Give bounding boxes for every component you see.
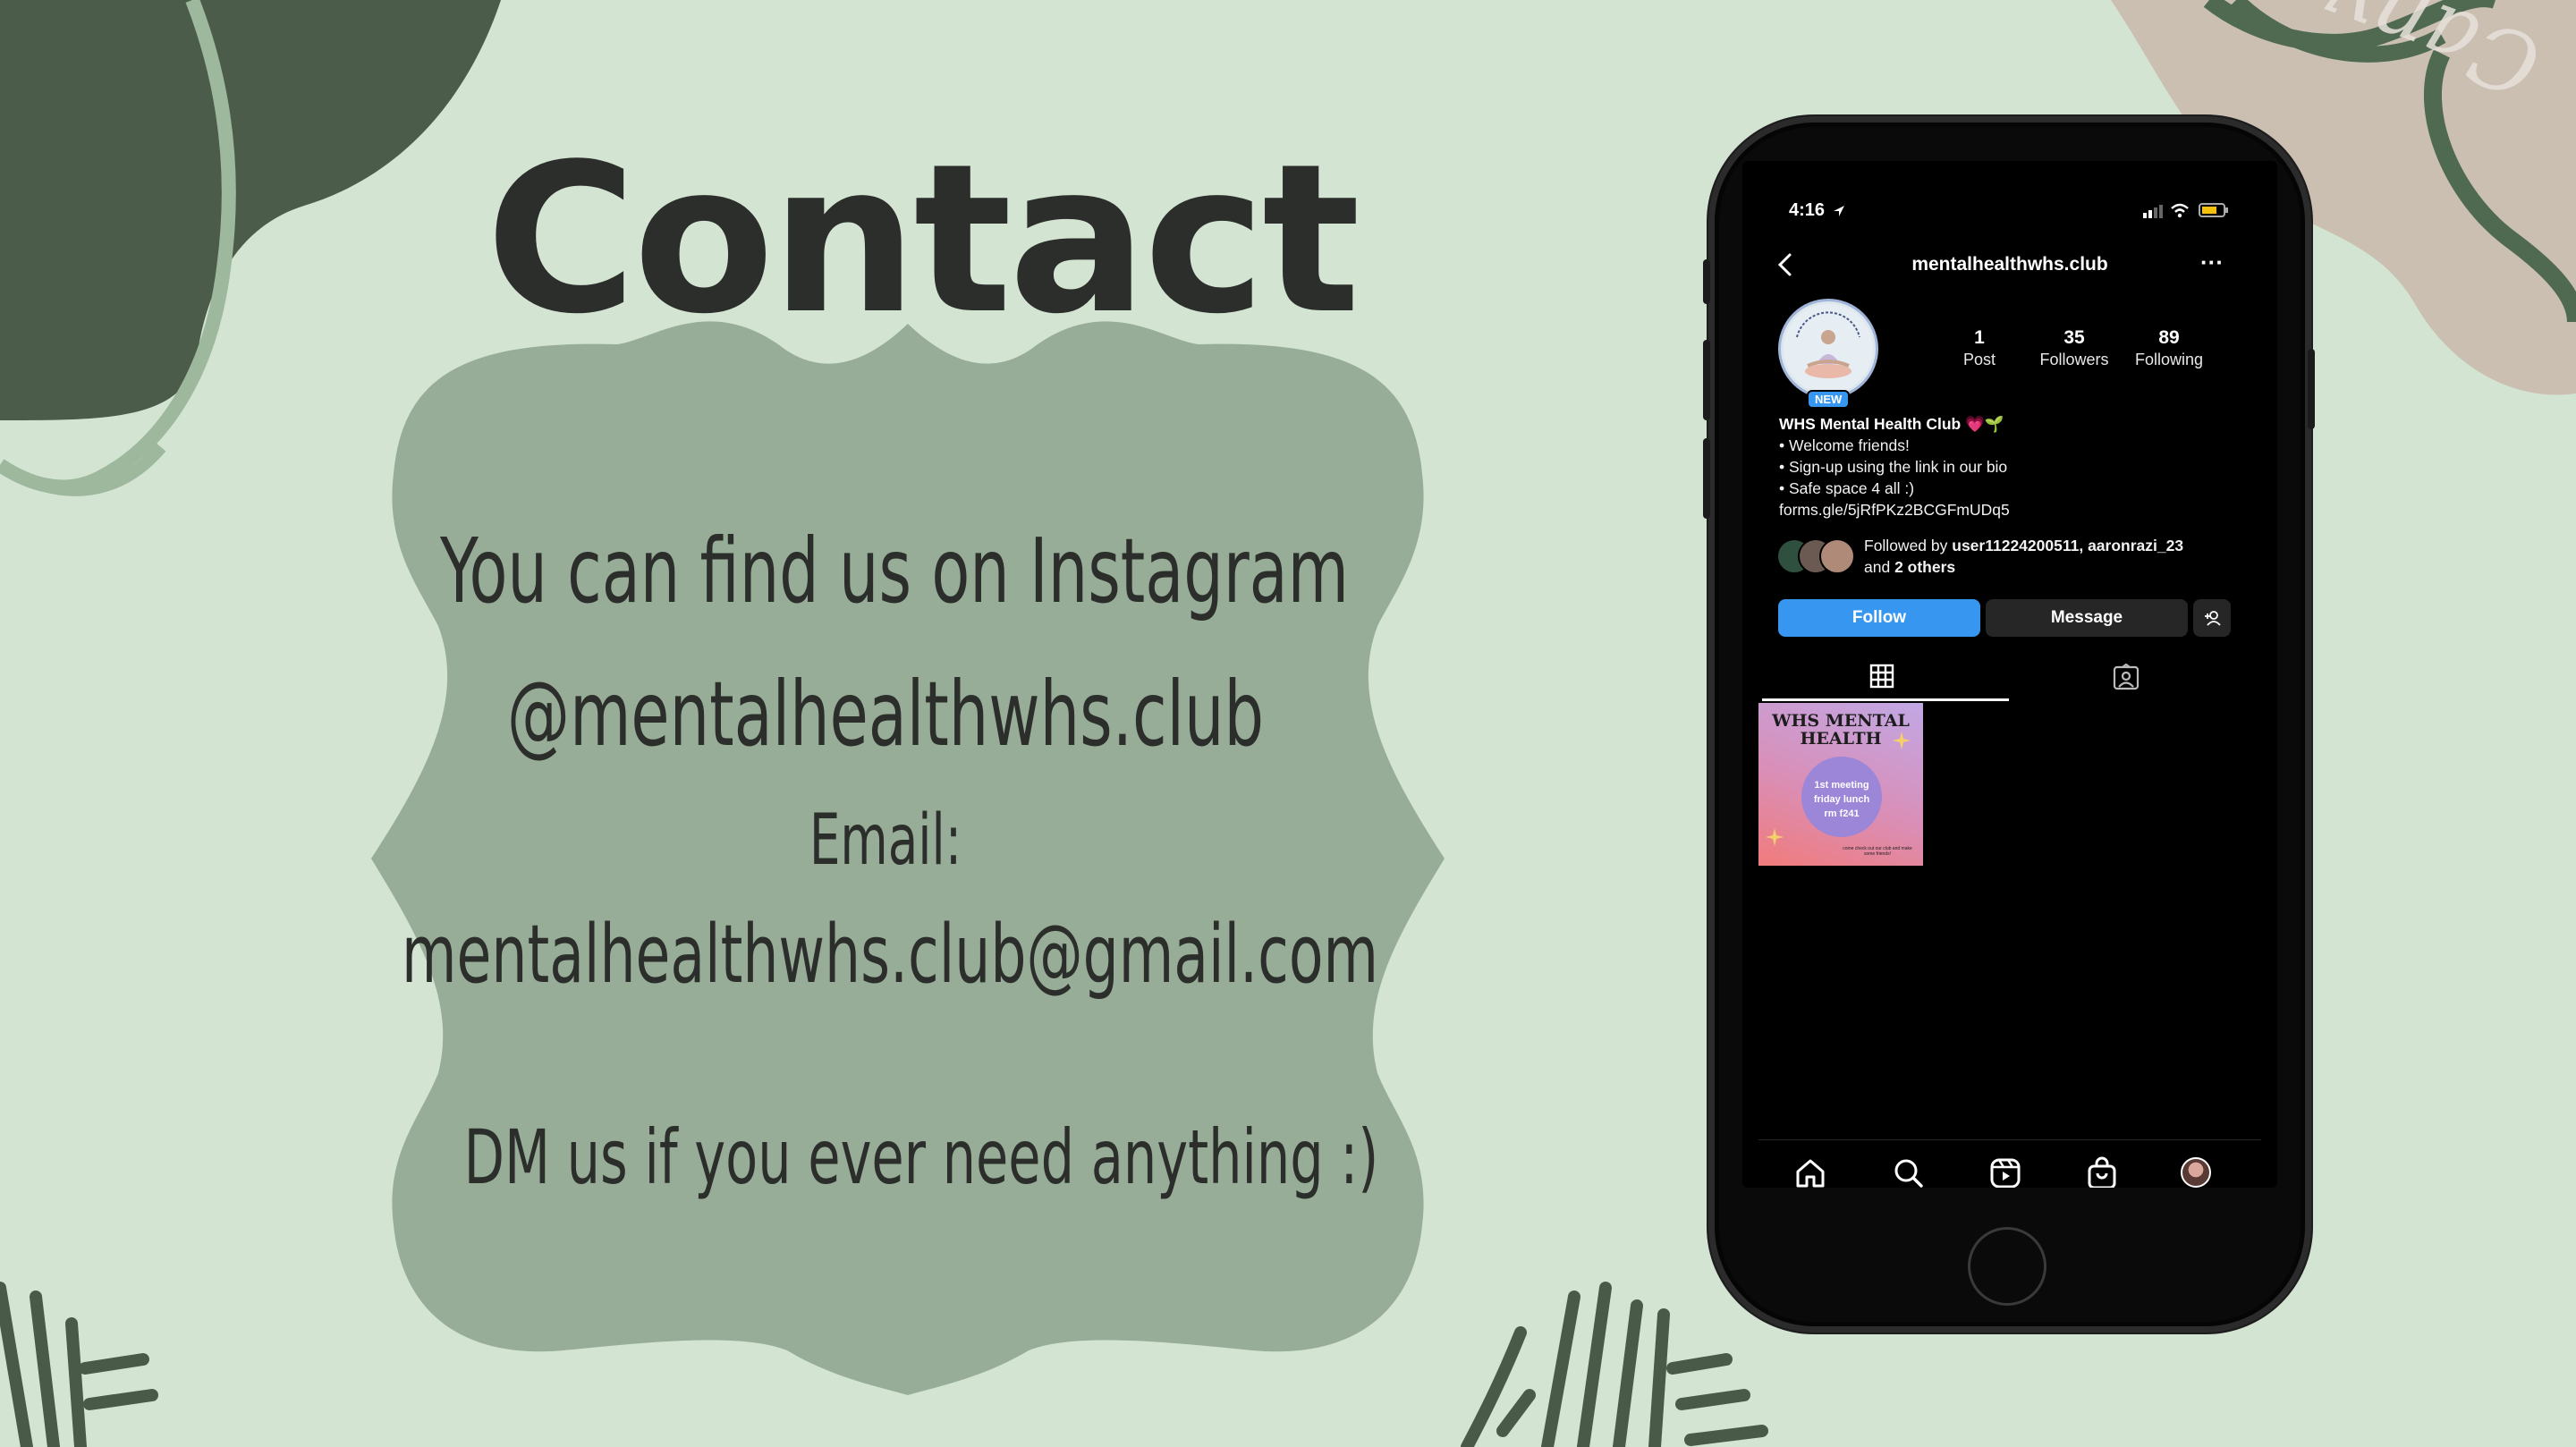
followed-by-prefix: Followed by (1864, 537, 1953, 554)
post-thumbnail[interactable]: WHS MENTAL HEALTH 1st meeting friday lun… (1758, 703, 1923, 866)
sparkle-icon (1766, 828, 1784, 846)
following-count[interactable]: 89 (2120, 327, 2218, 349)
grid-icon[interactable] (1869, 664, 1894, 689)
avatar[interactable] (1778, 299, 1878, 399)
profile-username: mentalhealthwhs.club (1911, 254, 2108, 275)
followed-by-others[interactable]: 2 others (1894, 558, 1955, 576)
profile-icon[interactable] (2181, 1157, 2211, 1188)
message-button[interactable]: Message (1986, 599, 2188, 637)
add-person-icon (2205, 611, 2221, 626)
followers-count[interactable]: 35 (2025, 327, 2123, 349)
status-time: 4:16 (1789, 200, 1826, 220)
sparkle-icon (1893, 732, 1911, 749)
new-badge: NEW (1807, 390, 1851, 409)
followed-by-users[interactable]: user11224200511, aaronrazi_23 (1952, 537, 2183, 554)
avatar-meditation-icon (1784, 304, 1873, 393)
battery-icon (2199, 203, 2228, 217)
phone-power-button (2308, 349, 2315, 429)
post-circle-line-2: friday lunch (1813, 794, 1870, 805)
suggest-user-button[interactable] (2193, 599, 2231, 637)
phone-volume-up (1703, 340, 1710, 420)
phone-volume-down (1703, 438, 1710, 519)
bio-line-2: • Sign-up using the link in our bio (1779, 458, 2008, 476)
more-icon[interactable]: ··· (2200, 249, 2224, 276)
bio-link[interactable]: forms.gle/5jRfPKz2BCGFmUDq5 (1779, 501, 2010, 520)
follower-avatars (1776, 538, 1866, 574)
dm-line: DM us if you ever need anything :) (463, 1113, 1379, 1201)
home-icon[interactable] (1792, 1155, 1828, 1188)
instagram-screen: 4:16 mentalhealthwhs.club ··· NEW 1 Post… (1742, 161, 2277, 1188)
wifi-icon (2171, 203, 2189, 218)
phone-side-button (1703, 259, 1710, 304)
search-icon[interactable] (1891, 1155, 1927, 1188)
followed-by-and: and (1864, 558, 1895, 576)
email-address: mentalhealthwhs.club@gmail.com (402, 908, 1378, 1002)
profile-name: WHS Mental Health Club 💗🌱 (1779, 415, 2004, 433)
phone-home-button[interactable] (1968, 1227, 2046, 1306)
email-label: Email: (809, 800, 962, 881)
post-circle: 1st meeting friday lunch rm f241 (1801, 757, 1882, 837)
posts-label: Post (1962, 351, 1996, 368)
grid-tab-indicator (1762, 698, 2009, 701)
bio-line-3: • Safe space 4 all :) (1779, 479, 1915, 497)
location-arrow-icon (1834, 206, 1844, 216)
instagram-handle: @mentalhealthwhs.club (506, 662, 1265, 766)
shop-icon[interactable] (2084, 1155, 2120, 1188)
following-label[interactable]: Following (2120, 351, 2218, 369)
followed-by-text: Followed by user11224200511, aaronrazi_2… (1864, 535, 2183, 578)
signal-icon (2143, 205, 2163, 218)
post-circle-line-3: rm f241 (1824, 808, 1860, 819)
instagram-line: You can find us on Instagram (439, 519, 1350, 623)
bio-line-1: • Welcome friends! (1779, 436, 1910, 454)
follow-button[interactable]: Follow (1778, 599, 1980, 637)
tagged-icon[interactable] (2113, 664, 2140, 690)
post-footer: come check out our club and make some fr… (1843, 846, 1912, 857)
reels-icon[interactable] (1987, 1155, 2023, 1188)
posts-count: 1 (1974, 327, 1985, 348)
post-circle-line-1: 1st meeting (1814, 780, 1869, 791)
bottom-nav-divider (1758, 1139, 2261, 1140)
followers-label[interactable]: Followers (2025, 351, 2123, 369)
slide-title: Contact (486, 121, 1360, 360)
